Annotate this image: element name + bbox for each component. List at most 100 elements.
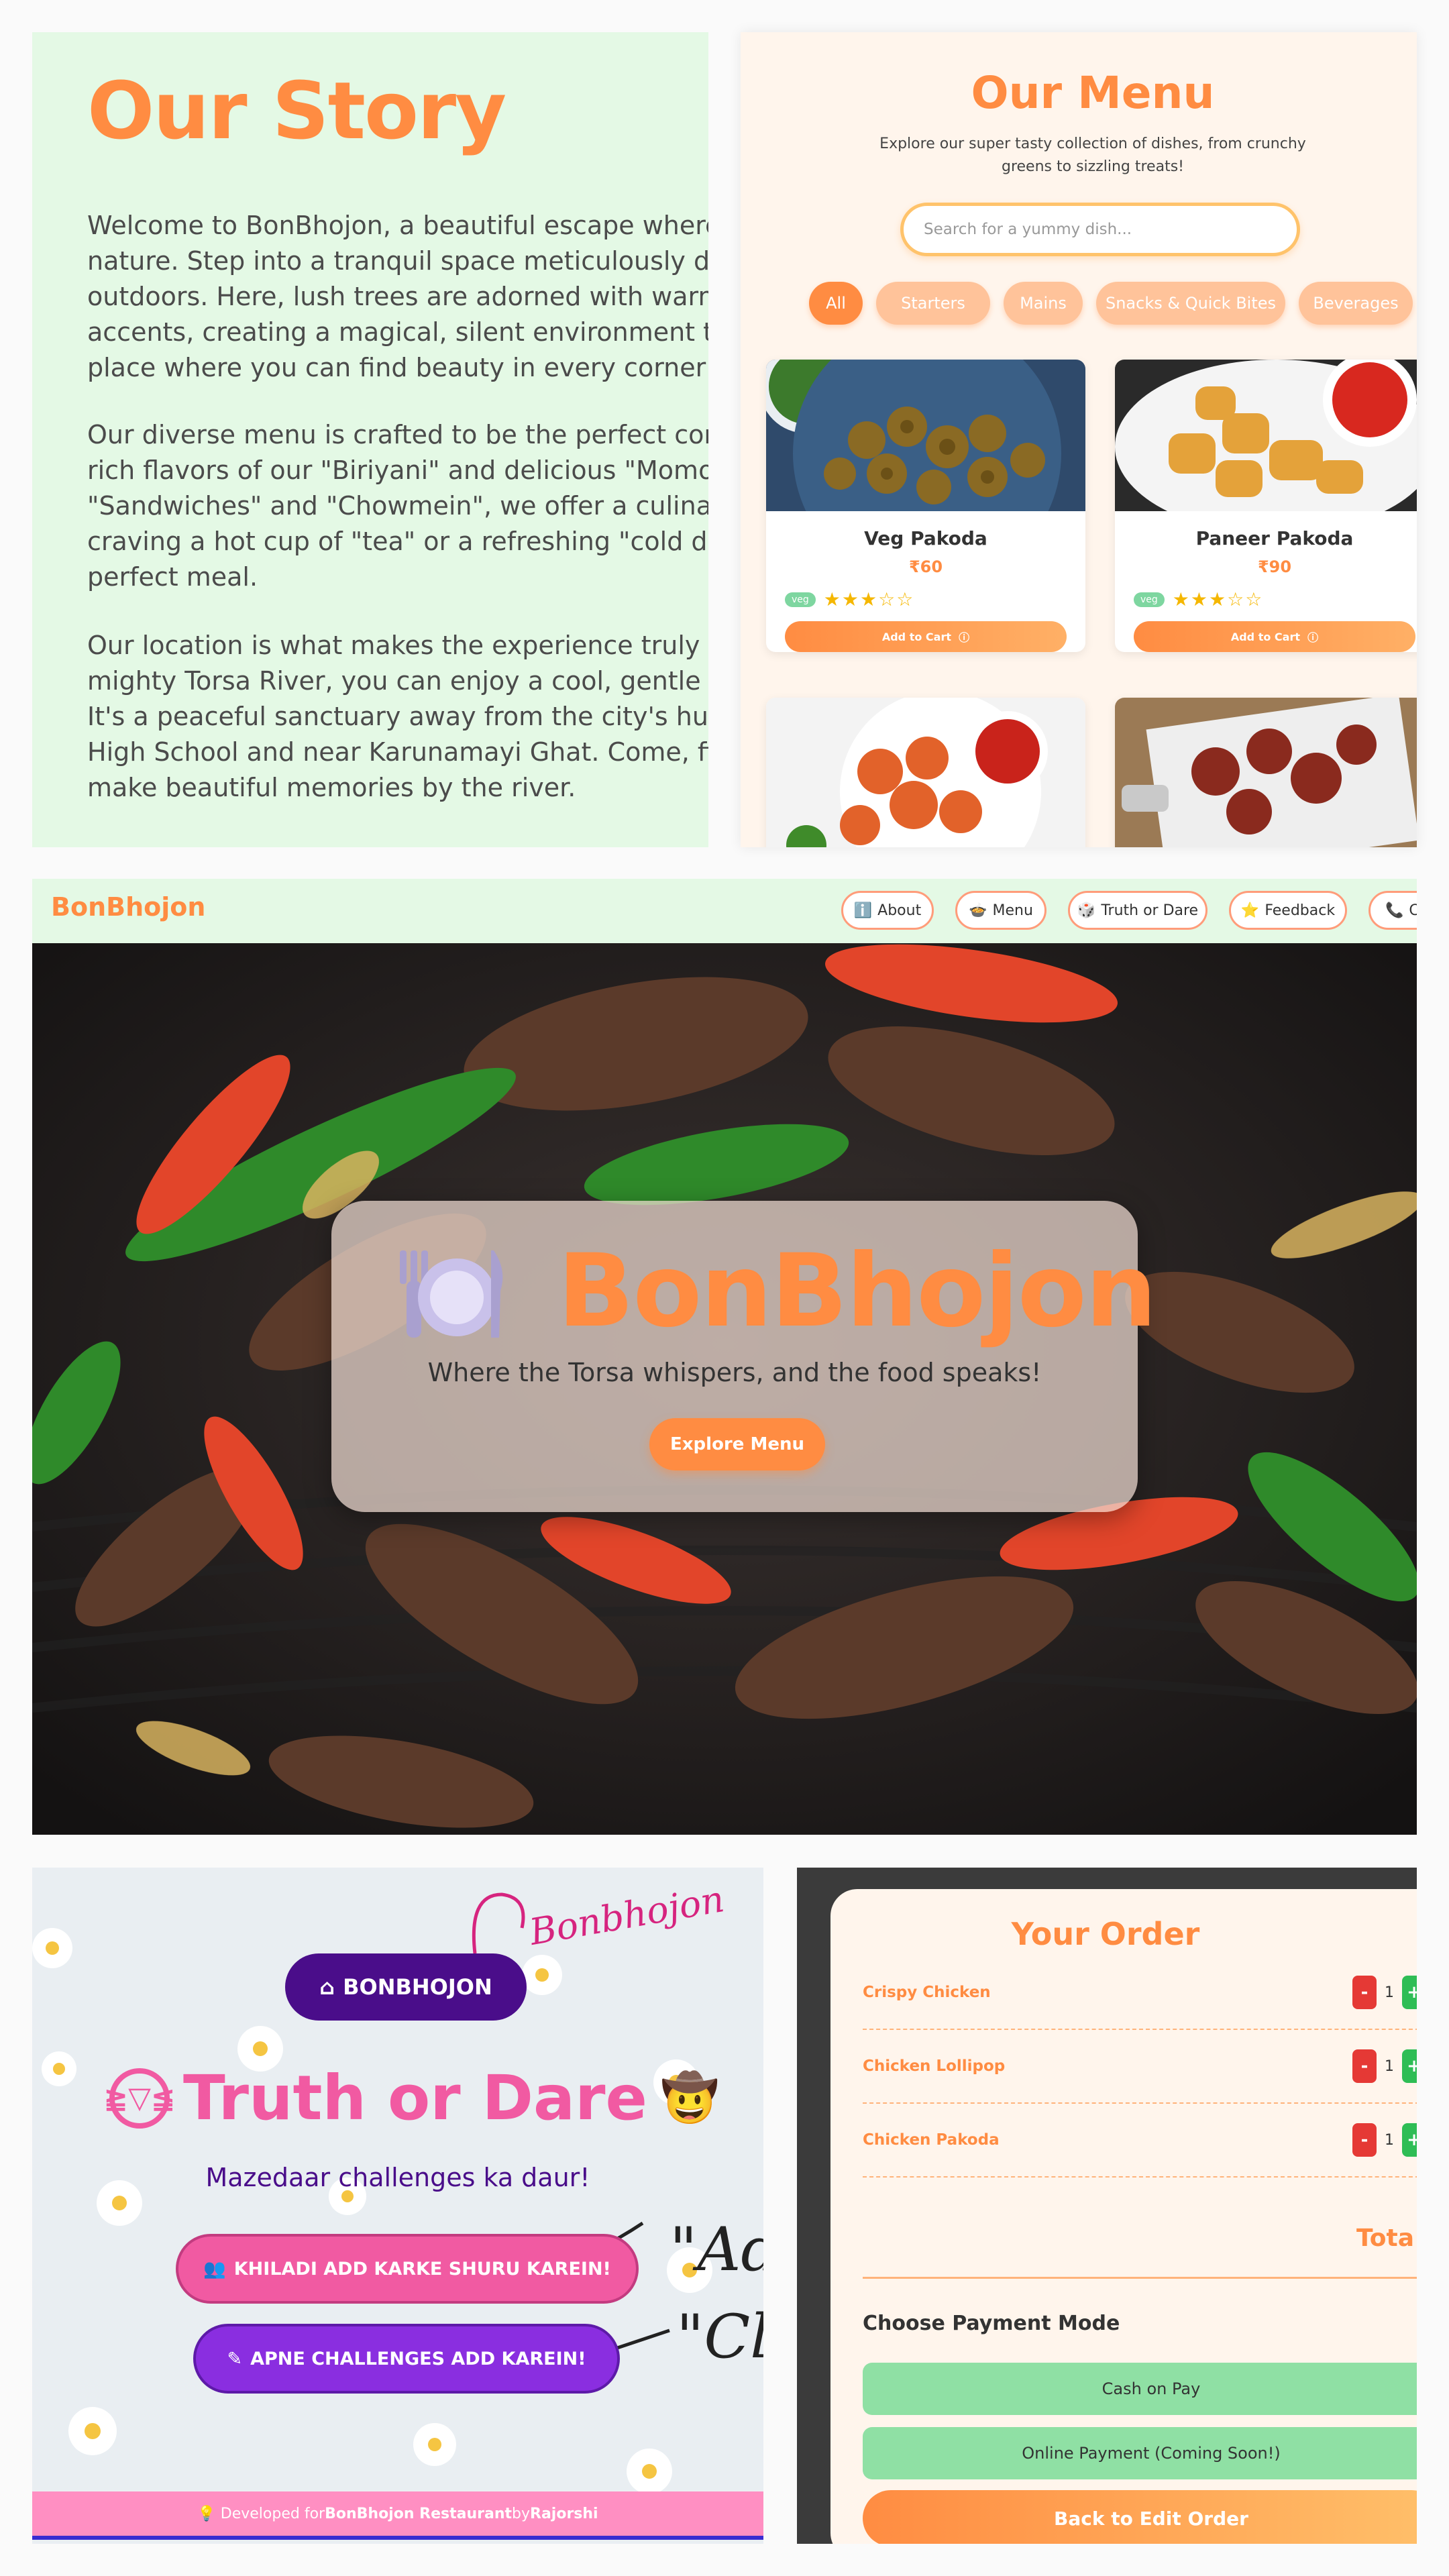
menu-card — [1115, 698, 1417, 847]
nav-feedback-button[interactable]: ⭐ Feedback — [1229, 891, 1347, 930]
menu-card: Veg Pakoda ₹60 veg ★★★☆☆ Add to Cart ⓘ — [766, 360, 1085, 652]
category-chip-snacks[interactable]: Snacks & Quick Bites — [1096, 282, 1285, 325]
order-item-name: Crispy Chicken — [863, 1984, 991, 2001]
hero-panel: BonBhojon ℹ️ About 🍲 Menu 🎲 Truth or Dare ⭐… — [32, 879, 1417, 1835]
menu-panel: Our Menu Explore our super tasty collect… — [741, 32, 1417, 847]
nav-contact-label: C — [1409, 902, 1417, 919]
menu-title: Our Menu — [971, 67, 1215, 119]
rating-stars: ★★★☆☆ — [823, 588, 915, 610]
decrease-qty-button[interactable]: - — [1352, 1976, 1377, 2009]
hero-title: BonBhojon — [557, 1233, 1157, 1350]
category-chip-beverages[interactable]: Beverages — [1299, 282, 1413, 325]
truth-or-dare-panel: "Ad "Cl Bonbhojon ⌂BONBHOJON ≧▽≦ Truth o… — [32, 1868, 763, 2544]
order-item-name: Chicken Lollipop — [863, 2057, 1006, 2075]
category-chip-all[interactable]: All — [809, 282, 863, 325]
add-challenges-button[interactable]: ✎ APNE CHALLENGES ADD KAREIN! — [193, 2324, 620, 2394]
order-sheet: Your Order Crispy Chicken -1 + Chicken Lo… — [830, 1889, 1417, 2544]
footer-by: by — [512, 2505, 530, 2522]
divider — [863, 2277, 1417, 2279]
nav-feedback-label: Feedback — [1265, 902, 1336, 919]
story-paragraph-3: Our location is what makes the experienc… — [87, 631, 708, 802]
order-item: Chicken Pakoda -1 + — [863, 2104, 1417, 2178]
order-title: Your Order — [1011, 1916, 1200, 1952]
menu-card: Paneer Pakoda ₹90 veg ★★★☆☆ Add to Cart … — [1115, 360, 1417, 652]
dish-name: Veg Pakoda — [864, 527, 987, 549]
nav-contact-button[interactable]: 📞 C — [1368, 891, 1417, 930]
add-players-start-button[interactable]: 👥 KHILADI ADD KARKE SHURU KAREIN! — [176, 2234, 639, 2304]
users-icon: 👥 — [203, 2259, 226, 2279]
increase-qty-button[interactable]: + — [1402, 1976, 1417, 2009]
add-challenges-label: APNE CHALLENGES ADD KAREIN! — [250, 2348, 586, 2369]
veg-badge: veg — [785, 592, 816, 607]
footer-brand: BonBhojon Restaurant — [325, 2505, 513, 2522]
dish-image — [766, 360, 1085, 588]
increase-qty-button[interactable]: + — [1402, 2049, 1417, 2083]
hero-tagline: Where the Torsa whispers, and the food s… — [427, 1358, 1042, 1387]
brand-logo[interactable]: BonBhojon — [51, 892, 205, 922]
footer: 💡 Developed for BonBhojon Restaurant by … — [32, 2491, 763, 2540]
explore-menu-button[interactable]: Explore Menu — [649, 1418, 825, 1470]
hero-card: BonBhojon Where the Torsa whispers, and … — [331, 1201, 1157, 1512]
menu-search-input[interactable]: Search for a yummy dish... — [900, 203, 1300, 256]
veg-badge: veg — [1134, 592, 1165, 607]
category-chip-starters[interactable]: Starters — [876, 282, 990, 325]
top-navbar: BonBhojon ℹ️ About 🍲 Menu 🎲 Truth or Dare ⭐… — [32, 879, 1417, 943]
add-to-cart-button[interactable]: Add to Cart ⓘ — [785, 621, 1067, 652]
item-quantity: 1 — [1385, 2057, 1394, 2075]
order-item: Crispy Chicken -1 + — [863, 1956, 1417, 2030]
dish-image — [766, 698, 1085, 847]
dish-price: ₹60 — [908, 557, 943, 576]
bowl-icon: 🍲 — [969, 902, 987, 919]
back-to-edit-order-button[interactable]: Back to Edit Order — [863, 2490, 1417, 2544]
story-title: Our Story — [87, 64, 506, 157]
order-item-name: Chicken Pakoda — [863, 2131, 1000, 2149]
rating-stars: ★★★☆☆ — [1172, 588, 1264, 610]
plate-cutlery-icon — [400, 1250, 503, 1338]
edit-icon: ✎ — [227, 2348, 243, 2369]
menu-card — [766, 698, 1085, 847]
dish-name: Paneer Pakoda — [1195, 527, 1354, 549]
story-paragraph-2: Our diverse menu is crafted to be the pe… — [87, 420, 708, 592]
payment-heading: Choose Payment Mode — [863, 2312, 1120, 2335]
menu-subtitle: Explore our super tasty collection of di… — [879, 136, 1306, 175]
item-quantity: 1 — [1385, 1984, 1394, 2001]
info-icon: ⓘ — [959, 631, 970, 644]
nav-about-label: About — [877, 902, 922, 919]
svg-text:"Cl: "Cl — [676, 2302, 763, 2372]
online-payment-button[interactable]: Online Payment (Coming Soon!) — [863, 2427, 1417, 2479]
footer-author: Rajorshi — [530, 2505, 598, 2522]
svg-text:"Ad: "Ad — [669, 2214, 763, 2285]
increase-qty-button[interactable]: + — [1402, 2123, 1417, 2157]
nav-truth-or-dare-button[interactable]: 🎲 Truth or Dare — [1068, 891, 1208, 930]
add-to-cart-button[interactable]: Add to Cart ⓘ — [1134, 621, 1415, 652]
category-chip-mains[interactable]: Mains — [1004, 282, 1083, 325]
nav-menu-button[interactable]: 🍲 Menu — [955, 891, 1046, 930]
cash-on-pay-button[interactable]: Cash on Pay — [863, 2363, 1417, 2415]
story-panel: Our Story Welcome to BonBhojon, a beauti… — [32, 32, 708, 847]
dish-image — [1115, 360, 1417, 534]
home-icon: ⌂ — [319, 1974, 335, 2000]
search-placeholder: Search for a yummy dish... — [924, 221, 1132, 238]
item-quantity: 1 — [1385, 2131, 1394, 2149]
decrease-qty-button[interactable]: - — [1352, 2049, 1377, 2083]
dish-image — [1115, 698, 1417, 847]
truth-or-dare-title: ≧▽≦ Truth or Dare 🤠 — [103, 2062, 720, 2134]
story-paragraph-1: Welcome to BonBhojon, a beautiful escape… — [87, 211, 708, 382]
info-icon: ⓘ — [1307, 631, 1319, 644]
nav-truth-or-dare-label: Truth or Dare — [1101, 902, 1199, 919]
phone-icon: 📞 — [1385, 902, 1404, 919]
truth-or-dare-subtitle: Mazedaar challenges ka daur! — [205, 2163, 590, 2192]
order-item: Chicken Lollipop -1 + — [863, 2030, 1417, 2104]
dice-icon: 🎲 — [1077, 902, 1096, 919]
footer-prefix: 💡 Developed for — [197, 2505, 325, 2522]
decrease-qty-button[interactable]: - — [1352, 2123, 1377, 2157]
grinning-face-icon: ≧▽≦ — [103, 2068, 176, 2129]
home-button[interactable]: ⌂ BONBHOJON — [285, 1953, 527, 2021]
cowboy-hat-icon: 🤠 — [660, 2070, 720, 2125]
nav-about-button[interactable]: ℹ️ About — [841, 891, 934, 930]
star-icon: ⭐ — [1240, 902, 1260, 919]
home-button-label: BONBHOJON — [343, 1974, 492, 2000]
order-total: Tota — [1356, 2224, 1414, 2252]
title-text: Truth or Dare — [183, 2062, 647, 2134]
info-icon: ℹ️ — [853, 902, 873, 919]
